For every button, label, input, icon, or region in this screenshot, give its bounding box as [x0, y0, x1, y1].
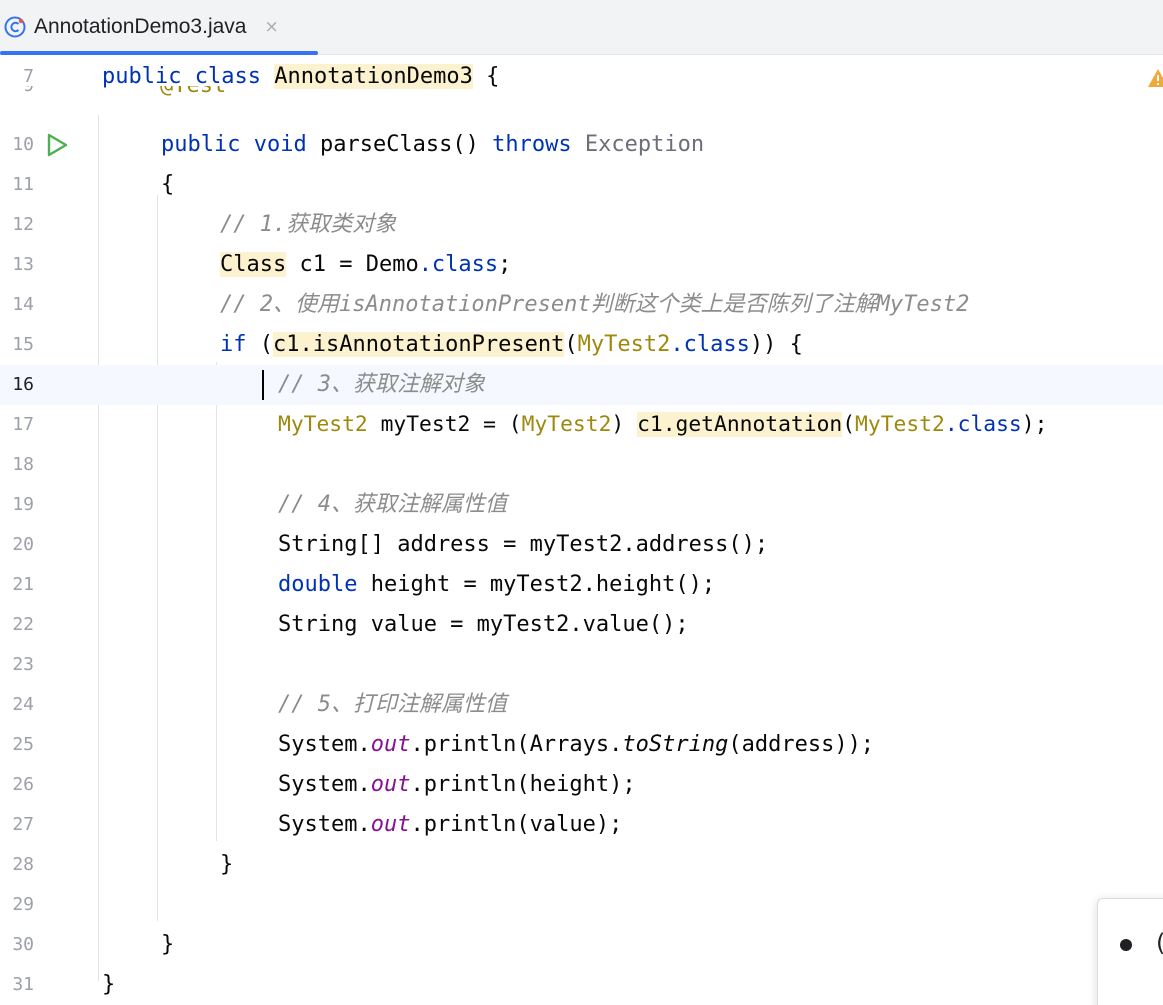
code-text: { [161, 172, 175, 197]
line-number: 26 [12, 774, 34, 795]
code-comment: // 5、打印注解属性值 [278, 692, 507, 717]
line-number: 11 [12, 174, 34, 195]
active-tab-indicator [0, 51, 318, 55]
code-text: public void parseClass() throws Exceptio… [161, 132, 705, 157]
code-line[interactable]: 10 public void parseClass() throws Excep… [0, 125, 1163, 165]
java-class-icon [4, 16, 26, 38]
code-editor[interactable]: 7 public class AnnotationDemo3 { 9 @Test… [0, 57, 1163, 1005]
line-number: 24 [12, 694, 34, 715]
code-line[interactable]: 19 // 4、获取注解属性值 [0, 485, 1163, 525]
line-number: 23 [12, 654, 34, 675]
code-comment: // 3、获取注解对象 [278, 372, 485, 397]
code-text: System.out.println(value); [278, 812, 623, 837]
code-text: String value = myTest2.value(); [278, 612, 689, 637]
line-number: 29 [12, 894, 34, 915]
editor-tab-bar: AnnotationDemo3.java × [0, 0, 1163, 55]
code-text: if (c1.isAnnotationPresent(MyTest2.class… [220, 332, 803, 357]
code-comment: // 4、获取注解属性值 [278, 492, 507, 517]
code-text: } [220, 852, 234, 877]
code-line[interactable]: 29 [0, 885, 1163, 925]
line-number: 16 [12, 374, 34, 395]
tab-annotationdemo3[interactable]: AnnotationDemo3.java × [0, 0, 318, 55]
code-line-current[interactable]: 16 // 3、获取注解对象 [0, 365, 1163, 405]
floating-popup[interactable]: ( [1097, 898, 1163, 1005]
code-line[interactable]: 13 Class c1 = Demo.class; [0, 245, 1163, 285]
code-line[interactable]: 31 } [0, 965, 1163, 1005]
tab-filename: AnnotationDemo3.java [34, 15, 247, 38]
code-line[interactable]: 21 double height = myTest2.height(); [0, 565, 1163, 605]
line-number: 30 [12, 934, 34, 955]
text-caret [262, 370, 264, 400]
code-text: Class c1 = Demo.class; [220, 252, 512, 277]
code-text: MyTest2 myTest2 = (MyTest2) c1.getAnnota… [278, 412, 1048, 437]
code-line[interactable]: 11 { [0, 165, 1163, 205]
code-line[interactable]: 9 @Test [0, 86, 1163, 110]
code-line[interactable]: 23 [0, 645, 1163, 685]
code-line[interactable]: 26 System.out.println(height); [0, 765, 1163, 805]
bullet-dot-icon [1120, 939, 1132, 951]
code-text: System.out.println(Arrays.toString(addre… [278, 732, 875, 757]
code-comment: // 1.获取类对象 [220, 212, 397, 237]
popup-text: ( [1156, 929, 1163, 957]
code-text: @Test [160, 86, 226, 106]
code-line[interactable]: 20 String[] address = myTest2.address(); [0, 525, 1163, 565]
code-line[interactable]: 27 System.out.println(value); [0, 805, 1163, 845]
line-number: 12 [12, 214, 34, 235]
code-line[interactable]: 17 MyTest2 myTest2 = (MyTest2) c1.getAnn… [0, 405, 1163, 445]
line-number: 19 [12, 494, 34, 515]
line-number: 28 [12, 854, 34, 875]
code-line[interactable]: 28 } [0, 845, 1163, 885]
line-number: 27 [12, 814, 34, 835]
code-line[interactable]: 14 // 2、使用isAnnotationPresent判断这个类上是否陈列了… [0, 285, 1163, 325]
line-number: 20 [12, 534, 34, 555]
line-number: 17 [12, 414, 34, 435]
line-number: 18 [12, 454, 34, 475]
code-text: System.out.println(height); [278, 772, 636, 797]
line-number: 10 [12, 134, 34, 155]
code-line[interactable]: 15 if (c1.isAnnotationPresent(MyTest2.cl… [0, 325, 1163, 365]
code-line[interactable]: 18 [0, 445, 1163, 485]
line-number: 25 [12, 734, 34, 755]
code-text: } [102, 972, 116, 997]
line-number: 31 [12, 974, 34, 995]
code-text: double height = myTest2.height(); [278, 572, 716, 597]
code-text: String[] address = myTest2.address(); [278, 532, 769, 557]
line-number: 9 [0, 86, 34, 106]
line-number: 14 [12, 294, 34, 315]
code-text: } [161, 932, 175, 957]
line-number: 13 [12, 254, 34, 275]
code-line[interactable]: 30 } [0, 925, 1163, 965]
code-line[interactable]: 22 String value = myTest2.value(); [0, 605, 1163, 645]
code-line[interactable]: 25 System.out.println(Arrays.toString(ad… [0, 725, 1163, 765]
close-icon[interactable]: × [264, 17, 278, 37]
code-line[interactable]: 12 // 1.获取类对象 [0, 205, 1163, 245]
line-number: 21 [12, 574, 34, 595]
line-number: 22 [12, 614, 34, 635]
code-line[interactable]: 24 // 5、打印注解属性值 [0, 685, 1163, 725]
run-gutter-icon[interactable] [44, 132, 70, 158]
code-comment: // 2、使用isAnnotationPresent判断这个类上是否陈列了注解M… [220, 292, 970, 317]
line-number: 15 [12, 334, 34, 355]
